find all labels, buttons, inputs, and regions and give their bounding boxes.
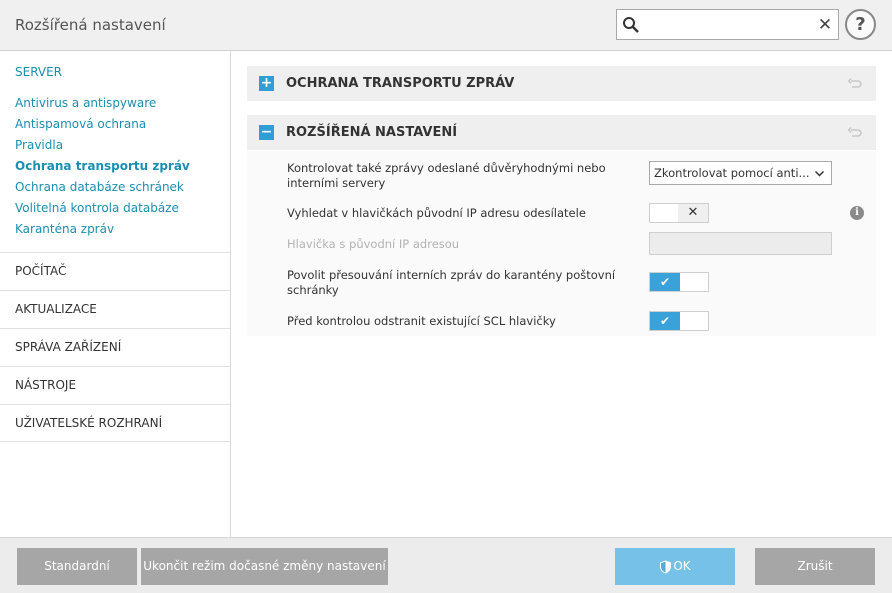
scan-trusted-dropdown[interactable]: Zkontrolovat pomocí anti... bbox=[649, 161, 832, 185]
shield-icon bbox=[660, 560, 672, 573]
move-to-quarantine-toggle[interactable]: ✔ bbox=[649, 272, 709, 292]
section-transport-protection[interactable]: + OCHRANA TRANSPORTU ZPRÁV bbox=[247, 66, 876, 101]
help-button[interactable]: ? bbox=[845, 9, 876, 40]
collapse-icon[interactable]: − bbox=[259, 125, 274, 140]
find-origin-ip-toggle[interactable]: ✕ bbox=[649, 203, 709, 223]
sidebar-item-rules[interactable]: Pravidla bbox=[15, 138, 63, 152]
search-box[interactable]: ✕ bbox=[616, 9, 839, 40]
sidebar-category-tools[interactable]: NÁSTROJE bbox=[0, 366, 230, 404]
footer-bar: Standardní Ukončit režim dočasné změny n… bbox=[0, 537, 892, 593]
sidebar-item-quarantine[interactable]: Karanténa zpráv bbox=[15, 222, 114, 236]
setting-label-find-origin-ip: Vyhledat v hlavičkách původní IP adresu … bbox=[287, 206, 586, 220]
section-title: OCHRANA TRANSPORTU ZPRÁV bbox=[286, 76, 515, 91]
sidebar-item-antivirus[interactable]: Antivirus a antispyware bbox=[15, 96, 156, 110]
window-title: Rozšířená nastavení bbox=[15, 16, 166, 34]
checkmark-icon: ✔ bbox=[650, 312, 680, 330]
sidebar-category-update[interactable]: AKTUALIZACE bbox=[0, 290, 230, 328]
exit-temporary-mode-button[interactable]: Ukončit režim dočasné změny nastavení bbox=[141, 548, 388, 585]
ok-label: OK bbox=[673, 559, 691, 573]
origin-ip-header-field bbox=[649, 232, 832, 255]
sidebar: SERVER Antivirus a antispyware Antispamo… bbox=[0, 51, 231, 537]
sidebar-item-antispam[interactable]: Antispamová ochrana bbox=[15, 117, 146, 131]
sidebar-category-device-management[interactable]: SPRÁVA ZAŘÍZENÍ bbox=[0, 328, 230, 366]
remove-scl-headers-toggle[interactable]: ✔ bbox=[649, 311, 709, 331]
title-bar: Rozšířená nastavení ✕ ? bbox=[0, 0, 892, 51]
setting-label-remove-scl-headers: Před kontrolou odstranit existující SCL … bbox=[287, 314, 556, 328]
section-advanced-settings[interactable]: − ROZŠÍŘENÁ NASTAVENÍ bbox=[247, 115, 876, 150]
setting-label-move-to-quarantine: Povolit přesouvání interních zpráv do ka… bbox=[287, 268, 616, 297]
sidebar-category-user-interface[interactable]: UŽIVATELSKÉ ROZHRANÍ bbox=[0, 404, 230, 442]
search-icon bbox=[623, 17, 639, 33]
sidebar-category-computer[interactable]: POČÍTAČ bbox=[0, 252, 230, 290]
search-input[interactable] bbox=[645, 14, 815, 35]
section-title: ROZŠÍŘENÁ NASTAVENÍ bbox=[286, 125, 458, 140]
expand-icon[interactable]: + bbox=[259, 76, 274, 91]
close-icon[interactable]: ✕ bbox=[817, 16, 833, 34]
default-button[interactable]: Standardní bbox=[17, 548, 137, 585]
sidebar-item-mailbox-db-protection[interactable]: Ochrana databáze schránek bbox=[15, 180, 184, 194]
setting-label-origin-ip-header: Hlavička s původní IP adresou bbox=[287, 237, 460, 251]
chevron-down-icon bbox=[815, 170, 824, 177]
main-panel: + OCHRANA TRANSPORTU ZPRÁV − ROZŠÍŘENÁ N… bbox=[232, 51, 892, 537]
ok-button[interactable]: OK bbox=[615, 548, 735, 585]
info-icon[interactable]: i bbox=[850, 206, 864, 220]
sidebar-item-optional-db-scan[interactable]: Volitelná kontrola databáze bbox=[15, 201, 179, 215]
sidebar-section-server[interactable]: SERVER bbox=[15, 65, 62, 79]
checkmark-icon: ✔ bbox=[650, 273, 680, 291]
sidebar-item-transport-protection[interactable]: Ochrana transportu zpráv bbox=[15, 159, 190, 173]
dropdown-value: Zkontrolovat pomocí anti... bbox=[654, 166, 810, 180]
toggle-off-icon: ✕ bbox=[678, 204, 708, 222]
revert-icon[interactable] bbox=[848, 126, 862, 140]
setting-label-scan-trusted: Kontrolovat také zprávy odeslané důvěryh… bbox=[287, 161, 606, 190]
settings-list: Kontrolovat také zprávy odeslané důvěryh… bbox=[247, 151, 876, 336]
cancel-button[interactable]: Zrušit bbox=[755, 548, 875, 585]
revert-icon[interactable] bbox=[848, 77, 862, 91]
